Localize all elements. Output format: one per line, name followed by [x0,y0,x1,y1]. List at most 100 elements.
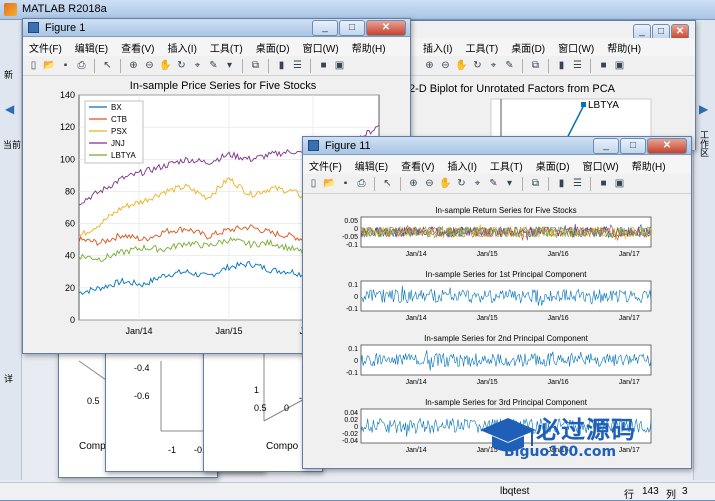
figure-1-menu-desktop[interactable]: 桌面(D) [256,40,290,55]
rotate-icon[interactable]: ↻ [175,59,188,72]
biplot-hide-icon[interactable]: ■ [597,59,610,72]
separator [94,58,95,73]
biplot-plot-tools-icon[interactable]: ▣ [613,59,626,72]
print-icon[interactable]: ⎙ [355,177,368,190]
brush-icon[interactable]: ✎ [207,59,220,72]
figure-11-menu-insert[interactable]: 插入(I) [447,158,476,173]
figure-11-close-button[interactable]: ✕ [647,138,687,154]
figure-1-menu-file[interactable]: 文件(F) [29,40,62,55]
x-tick-label: Jan/14 [406,379,427,386]
matlab-icon [4,3,17,16]
biplot-menu-window[interactable]: 窗口(W) [558,40,594,55]
biplot-menu-tools[interactable]: 工具(T) [465,40,498,55]
left-panel-label[interactable]: 详 [4,372,13,385]
dropdown-arrow-icon[interactable]: ▾ [223,59,236,72]
status-bar: lbqtest 行 143 列 3 [0,482,715,501]
biplot-brush-icon[interactable]: ✎ [503,59,516,72]
show-plot-tools-icon[interactable]: ▣ [613,177,626,190]
y-tick-label: 0.1 [348,346,358,353]
pan-icon[interactable]: ✋ [159,59,172,72]
new-figure-icon[interactable]: ▯ [307,177,320,190]
biplot-zoom-out-icon[interactable]: ⊖ [439,59,452,72]
y-tick-label: 120 [60,122,75,132]
legend-icon[interactable]: ☰ [571,177,584,190]
figure-1-menu-view[interactable]: 查看(V) [121,40,154,55]
figure-11-menu-help[interactable]: 帮助(H) [632,158,666,173]
show-plot-tools-icon[interactable]: ▣ [333,59,346,72]
dropdown-arrow-icon[interactable]: ▾ [503,177,516,190]
biplot-pan-icon[interactable]: ✋ [455,59,468,72]
biplot-legend-icon[interactable]: ☰ [571,59,584,72]
right-strip: ▶ 工作区 [693,20,715,480]
biplot-menu-help[interactable]: 帮助(H) [607,40,641,55]
x-tick-label: Jan/14 [406,251,427,258]
figure-1-close-button[interactable]: ✕ [366,20,406,36]
zoom-out-icon[interactable]: ⊖ [143,59,156,72]
left-tab-label[interactable]: 当前 [3,138,21,151]
figure-11-menu-file[interactable]: 文件(F) [309,158,342,173]
hide-plot-tools-icon[interactable]: ■ [317,59,330,72]
biplot-rotate-icon[interactable]: ↻ [471,59,484,72]
zoom-out-icon[interactable]: ⊖ [423,177,436,190]
right-arrow-icon[interactable]: ▶ [699,102,708,116]
biplot-link-icon[interactable]: ⧉ [529,59,542,72]
workspace-tab-label[interactable]: 工作区 [698,130,711,157]
figure-1-menu-insert[interactable]: 插入(I) [167,40,196,55]
separator [242,58,243,73]
edit-plot-icon[interactable]: ↖ [101,59,114,72]
biplot-menu-desktop[interactable]: 桌面(D) [511,40,545,55]
colorbar-icon[interactable]: ▮ [275,59,288,72]
figure-11-minimize-button[interactable]: _ [593,138,619,154]
colorbar-icon[interactable]: ▮ [555,177,568,190]
biplot-colorbar-icon[interactable]: ▮ [555,59,568,72]
y-tick-label: 0.02 [344,417,358,424]
figure-1-menu-edit[interactable]: 编辑(E) [75,40,108,55]
link-plot-icon[interactable]: ⧉ [529,177,542,190]
back-arrow-icon[interactable]: ◀ [5,102,14,116]
x-tick-label: Jan/16 [548,251,569,258]
figure-11-menu-desktop[interactable]: 桌面(D) [536,158,570,173]
figure-1-menu-tools[interactable]: 工具(T) [210,40,243,55]
figure-1-title-bar: Figure 1 _ □ ✕ [23,19,410,37]
hide-plot-tools-icon[interactable]: ■ [597,177,610,190]
left-tab-label-2[interactable]: 新 [4,68,13,81]
open-file-icon[interactable]: 📂 [43,59,56,72]
y-tick-label: 0 [354,424,358,431]
datatip-icon[interactable]: ⌖ [471,177,484,190]
figure-11-menu-edit[interactable]: 编辑(E) [355,158,388,173]
figure-11-menu-window[interactable]: 窗口(W) [583,158,619,173]
biplot-menu-bar: 插入(I) 工具(T) 桌面(D) 窗口(W) 帮助(H) [361,38,695,56]
new-figure-icon[interactable]: ▯ [27,59,40,72]
edit-plot-icon[interactable]: ↖ [381,177,394,190]
figure-icon [308,140,319,151]
figure-11-maximize-button[interactable]: □ [620,138,646,154]
rotate-icon[interactable]: ↻ [455,177,468,190]
x-tick-label: Jan/15 [477,251,498,258]
figure-11-menu-view[interactable]: 查看(V) [401,158,434,173]
link-plot-icon[interactable]: ⧉ [249,59,262,72]
open-file-icon[interactable]: 📂 [323,177,336,190]
chart-title: In-sample Price Series for Five Stocks [130,80,317,92]
print-icon[interactable]: ⎙ [75,59,88,72]
biplot-menu-insert[interactable]: 插入(I) [423,40,452,55]
brush-icon[interactable]: ✎ [487,177,500,190]
figure-1-menu-bar: 文件(F) 编辑(E) 查看(V) 插入(I) 工具(T) 桌面(D) 窗口(W… [23,38,410,56]
figure-11-menu-tools[interactable]: 工具(T) [490,158,523,173]
separator [310,58,311,73]
biplot-zoom-in-icon[interactable]: ⊕ [423,59,436,72]
save-icon[interactable]: ▪ [59,59,72,72]
main-title-bar: MATLAB R2018a [0,0,715,20]
zoom-in-icon[interactable]: ⊕ [407,177,420,190]
datatip-icon[interactable]: ⌖ [191,59,204,72]
biplot-datatip-icon[interactable]: ⌖ [487,59,500,72]
figure-1-menu-help[interactable]: 帮助(H) [352,40,386,55]
save-icon[interactable]: ▪ [339,177,352,190]
figure-1-minimize-button[interactable]: _ [312,20,338,36]
figure-1-menu-window[interactable]: 窗口(W) [303,40,339,55]
y-tick-label: 60 [65,219,75,229]
pan-icon[interactable]: ✋ [439,177,452,190]
zoom-in-icon[interactable]: ⊕ [127,59,140,72]
legend-icon[interactable]: ☰ [291,59,304,72]
figure-1-maximize-button[interactable]: □ [339,20,365,36]
y-tick-label: -0.04 [342,438,358,445]
